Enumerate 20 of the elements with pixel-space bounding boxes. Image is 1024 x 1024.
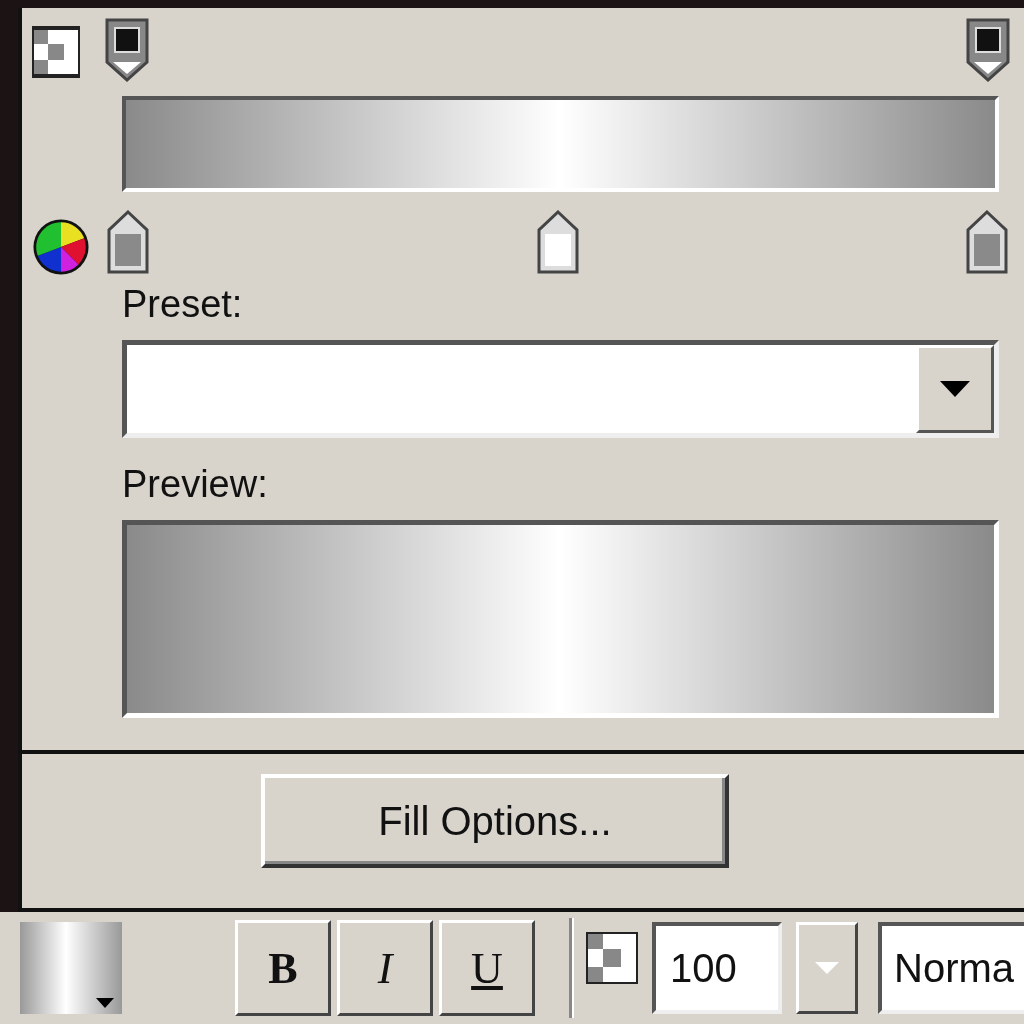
- caret-icon: [940, 381, 970, 397]
- underline-button[interactable]: U: [439, 920, 535, 1016]
- opacity-stop-icon[interactable]: [105, 18, 149, 82]
- color-wheel-icon[interactable]: [32, 218, 90, 276]
- gradient-bar[interactable]: [122, 96, 999, 192]
- dropdown-arrow-button[interactable]: [916, 345, 994, 433]
- color-stop-icon[interactable]: [105, 210, 151, 274]
- opacity-field[interactable]: 100: [652, 922, 782, 1014]
- color-stop-icon[interactable]: [964, 210, 1010, 274]
- italic-button[interactable]: I: [337, 920, 433, 1016]
- fill-options-button[interactable]: Fill Options...: [261, 774, 729, 868]
- blend-mode-dropdown[interactable]: Norma: [878, 922, 1024, 1014]
- caret-icon: [815, 962, 839, 974]
- bold-button[interactable]: B: [235, 920, 331, 1016]
- fill-swatch[interactable]: [20, 922, 122, 1014]
- opacity-slider-button[interactable]: [796, 922, 858, 1014]
- preset-label: Preset:: [122, 282, 244, 326]
- preview-label: Preview:: [122, 462, 269, 506]
- opacity-stop-icon[interactable]: [966, 18, 1010, 82]
- preset-dropdown[interactable]: [122, 340, 999, 438]
